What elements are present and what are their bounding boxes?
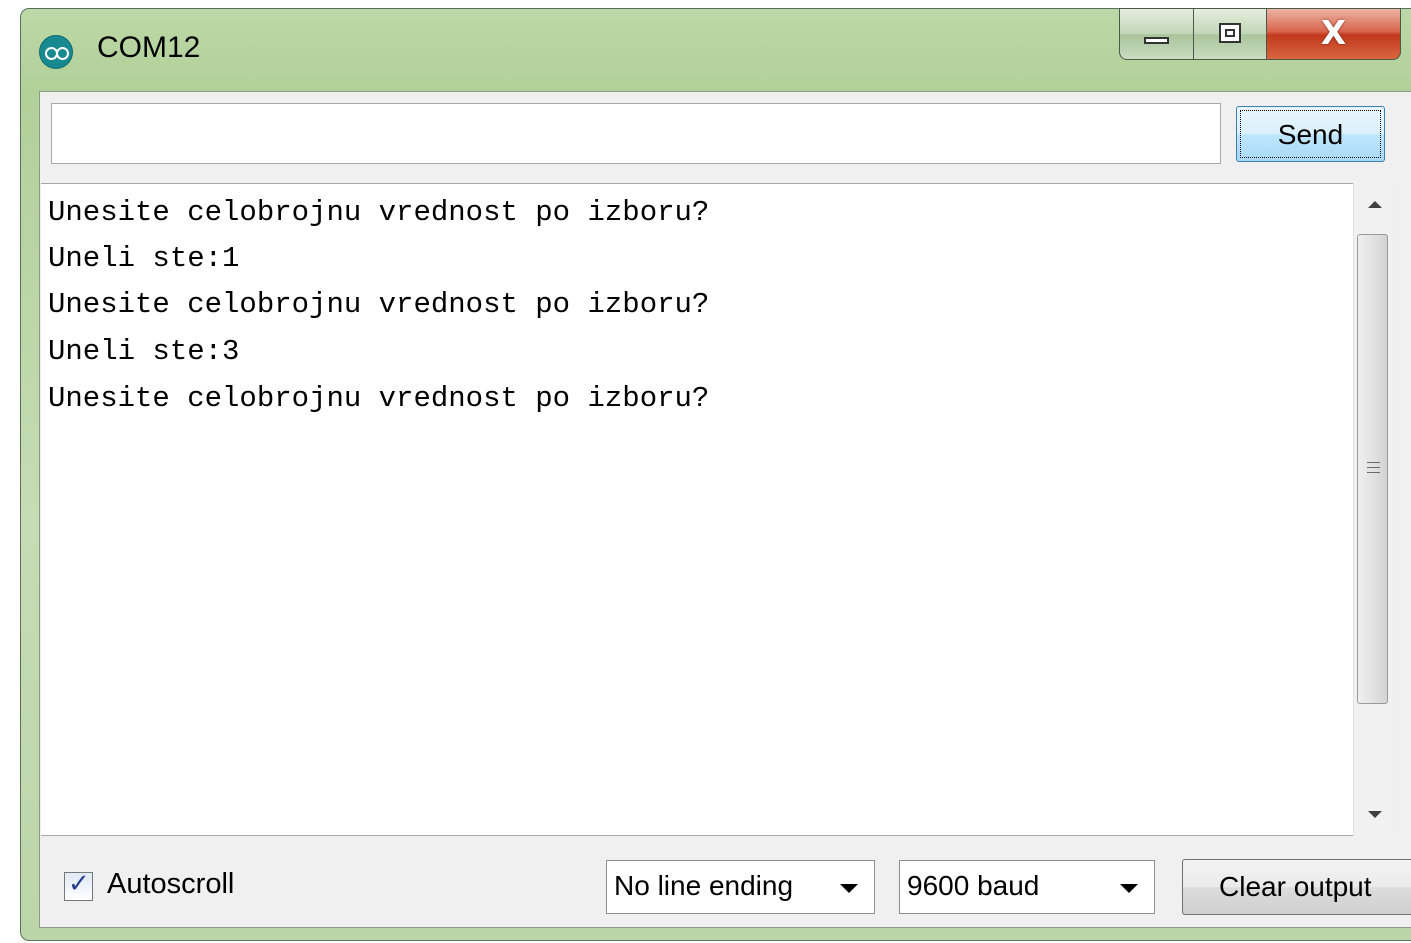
send-button-label: Send (1277, 119, 1344, 150)
serial-monitor-window: COM12 X Send Unesite celobrojnu vrednost… (20, 8, 1411, 941)
output-line: Unesite celobrojnu vrednost po izboru? (48, 196, 710, 229)
scroll-thumb[interactable] (1357, 234, 1388, 704)
window-title: COM12 (97, 31, 201, 64)
output-line: Uneli ste:1 (48, 242, 240, 275)
close-button[interactable]: X (1266, 8, 1401, 60)
maximize-icon (1219, 23, 1241, 43)
chevron-down-icon (1120, 884, 1138, 893)
serial-monitor-panel: Send Unesite celobrojnu vrednost po izbo… (39, 91, 1411, 928)
send-button[interactable]: Send (1236, 106, 1385, 162)
minimize-button[interactable] (1119, 8, 1194, 60)
clear-output-label: Clear output (1219, 871, 1372, 902)
serial-output[interactable]: Unesite celobrojnu vrednost po izboru? U… (41, 183, 1392, 836)
output-line: Uneli ste:3 (48, 335, 240, 368)
vertical-scrollbar[interactable] (1353, 183, 1393, 836)
autoscroll-label[interactable]: Autoscroll (107, 868, 234, 901)
scroll-grip-icon (1367, 467, 1380, 468)
baud-rate-select[interactable]: 9600 baud (899, 860, 1155, 914)
check-icon: ✓ (68, 869, 90, 899)
scroll-grip-icon (1367, 462, 1380, 463)
line-ending-value: No line ending (614, 870, 794, 901)
clear-output-button[interactable]: Clear output (1182, 859, 1411, 915)
arduino-icon (39, 35, 73, 69)
minimize-icon (1144, 37, 1169, 44)
window-controls: X (1119, 8, 1401, 62)
maximize-button[interactable] (1193, 8, 1267, 60)
scroll-up-icon[interactable] (1368, 201, 1382, 208)
send-input[interactable] (51, 103, 1221, 164)
line-ending-select[interactable]: No line ending (606, 860, 875, 914)
chevron-down-icon (840, 884, 858, 893)
output-line: Unesite celobrojnu vrednost po izboru? (48, 382, 710, 415)
footer-bar: ✓ Autoscroll No line ending 9600 baud Cl… (40, 836, 1411, 928)
scroll-grip-icon (1367, 472, 1380, 473)
close-icon: X (1320, 13, 1347, 52)
scroll-down-icon[interactable] (1368, 811, 1382, 818)
autoscroll-checkbox[interactable]: ✓ (64, 869, 93, 901)
baud-rate-value: 9600 baud (907, 870, 1040, 901)
output-line: Unesite celobrojnu vrednost po izboru? (48, 288, 710, 321)
title-bar[interactable]: COM12 X (21, 8, 1411, 91)
